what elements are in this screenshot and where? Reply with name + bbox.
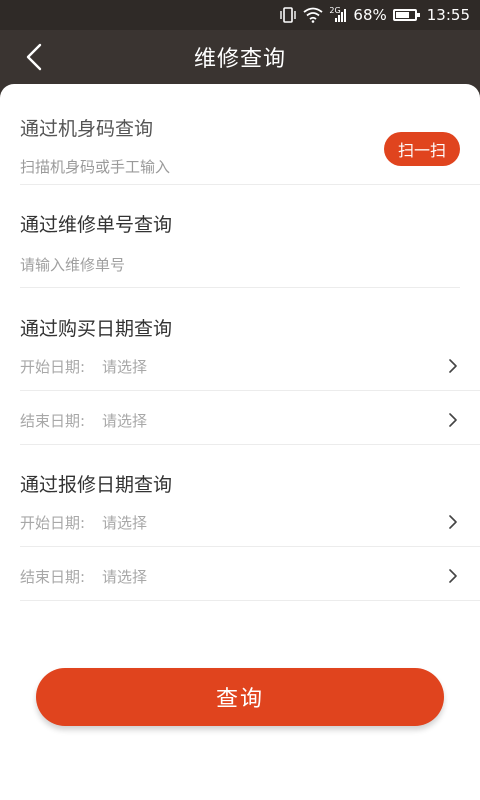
query-button[interactable]: 查询 <box>36 668 444 726</box>
date-value: 请选择 <box>102 357 148 376</box>
battery-fill <box>395 12 410 18</box>
date-value: 请选择 <box>102 513 148 532</box>
repair-section-title: 通过报修日期查询 <box>20 474 173 496</box>
chevron-right-icon <box>446 515 460 529</box>
date-value: 请选择 <box>102 411 148 430</box>
chevron-right-icon <box>446 413 460 427</box>
divider <box>20 184 480 185</box>
vibrate-icon <box>279 6 297 24</box>
divider <box>20 444 480 445</box>
clock: 13:55 <box>426 6 470 24</box>
battery-percent: 68% <box>353 6 387 24</box>
purchase-end-date-row[interactable]: 结束日期: 请选择 <box>20 394 460 446</box>
divider <box>20 287 460 288</box>
date-label: 开始日期: <box>20 357 86 376</box>
query-form-card: 通过机身码查询 扫描机身码或手工输入 扫一扫 通过维修单号查询 请输入维修单号 … <box>0 84 480 800</box>
date-label: 结束日期: <box>20 411 86 430</box>
chevron-right-icon <box>446 359 460 373</box>
date-label: 结束日期: <box>20 567 86 586</box>
date-value: 请选择 <box>102 567 148 586</box>
repair-start-date-row[interactable]: 开始日期: 请选择 <box>20 496 460 548</box>
date-label: 开始日期: <box>20 513 86 532</box>
divider <box>20 546 480 547</box>
order-section-title: 通过维修单号查询 <box>20 214 173 236</box>
divider <box>20 600 480 601</box>
scan-button[interactable]: 扫一扫 <box>384 132 460 166</box>
signal-icon: 2G <box>329 6 347 24</box>
page-title: 维修查询 <box>193 47 286 72</box>
chevron-right-icon <box>446 569 460 583</box>
network-type: 2G <box>329 6 341 15</box>
repair-end-date-row[interactable]: 结束日期: 请选择 <box>20 550 460 602</box>
wifi-icon <box>303 6 323 24</box>
status-bar: 2G 68% 13:55 <box>0 0 480 30</box>
order-number-input[interactable]: 请输入维修单号 <box>20 254 125 275</box>
serial-section-title: 通过机身码查询 <box>20 118 154 140</box>
purchase-start-date-row[interactable]: 开始日期: 请选择 <box>20 340 460 392</box>
purchase-section-title: 通过购买日期查询 <box>20 318 173 340</box>
nav-bar: 维修查询 <box>0 30 480 84</box>
serial-input[interactable]: 扫描机身码或手工输入 <box>20 156 170 177</box>
battery-icon <box>392 9 420 21</box>
divider <box>20 390 480 391</box>
